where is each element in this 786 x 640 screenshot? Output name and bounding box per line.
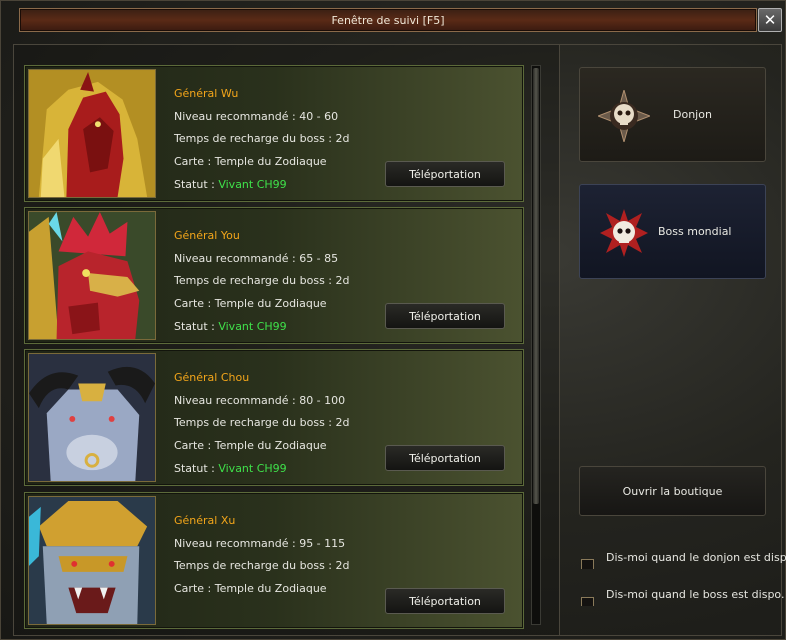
boss-card-chou: Général Chou Niveau recommandé : 80 - 10… <box>24 349 524 486</box>
dungeon-tab-label: Donjon <box>673 108 712 121</box>
close-icon: ✕ <box>763 11 777 29</box>
boss-name: Général Xu <box>174 514 236 527</box>
dungeon-tab-button[interactable]: Donjon <box>579 67 766 162</box>
skull-compass-icon <box>598 90 650 142</box>
teleport-button[interactable]: Téléportation <box>385 445 505 471</box>
notify-boss-checkbox[interactable] <box>581 597 594 606</box>
notify-dungeon-checkbox[interactable] <box>581 559 594 569</box>
status-label: Statut : <box>174 462 219 475</box>
boss-map: Carte : Temple du Zodiaque <box>174 582 327 595</box>
world-boss-tab-button[interactable]: Boss mondial <box>579 184 766 279</box>
open-shop-button[interactable]: Ouvrir la boutique <box>579 466 766 516</box>
ox-general-portrait <box>28 353 156 482</box>
status-label: Statut : <box>174 178 219 191</box>
skull-spikes-icon <box>600 209 648 257</box>
boss-card-wu: Général Wu Niveau recommandé : 40 - 60 T… <box>24 65 524 202</box>
boss-level: Niveau recommandé : 95 - 115 <box>174 537 346 550</box>
boss-name: Général You <box>174 229 240 242</box>
teleport-button[interactable]: Téléportation <box>385 588 505 614</box>
status-value: Vivant CH99 <box>218 178 287 191</box>
window-title: Fenêtre de suivi [F5] <box>331 13 445 27</box>
notify-dungeon-option[interactable]: Dis-moi quand le donjon est disp <box>579 551 786 569</box>
boss-card-you: Général You Niveau recommandé : 65 - 85 … <box>24 207 524 344</box>
boss-name: Général Chou <box>174 371 250 384</box>
boss-card-xu: Général Xu Niveau recommandé : 95 - 115 … <box>24 492 524 629</box>
notify-boss-option[interactable]: Dis-moi quand le boss est dispo. <box>579 588 786 606</box>
boss-level: Niveau recommandé : 40 - 60 <box>174 110 339 123</box>
boss-level: Niveau recommandé : 80 - 100 <box>174 394 346 407</box>
dog-general-portrait <box>28 496 156 625</box>
boss-cooldown: Temps de recharge du boss : 2d <box>174 559 350 572</box>
status-label: Statut : <box>174 320 219 333</box>
status-value: Vivant CH99 <box>218 462 287 475</box>
notify-dungeon-label: Dis-moi quand le donjon est disp <box>606 551 786 564</box>
rooster-general-portrait <box>28 211 156 340</box>
scrollbar-thumb[interactable] <box>533 68 539 504</box>
teleport-button[interactable]: Téléportation <box>385 161 505 187</box>
boss-cooldown: Temps de recharge du boss : 2d <box>174 132 350 145</box>
close-button[interactable]: ✕ <box>758 8 782 32</box>
boss-cooldown: Temps de recharge du boss : 2d <box>174 416 350 429</box>
boss-map: Carte : Temple du Zodiaque <box>174 439 327 452</box>
boss-map: Carte : Temple du Zodiaque <box>174 155 327 168</box>
status-value: Vivant CH99 <box>218 320 287 333</box>
tracking-window: Fenêtre de suivi [F5] ✕ Général Wu Nivea… <box>0 0 786 640</box>
notify-boss-label: Dis-moi quand le boss est dispo. <box>606 588 785 601</box>
teleport-button[interactable]: Téléportation <box>385 303 505 329</box>
boss-status: Statut : Vivant CH99 <box>174 320 287 333</box>
boss-status: Statut : Vivant CH99 <box>174 178 287 191</box>
horse-general-portrait <box>28 69 156 198</box>
boss-status: Statut : Vivant CH99 <box>174 462 287 475</box>
boss-map: Carte : Temple du Zodiaque <box>174 297 327 310</box>
boss-name: Général Wu <box>174 87 239 100</box>
boss-cooldown: Temps de recharge du boss : 2d <box>174 274 350 287</box>
boss-list-scrollbar[interactable] <box>531 65 541 625</box>
window-titlebar[interactable]: Fenêtre de suivi [F5] <box>19 8 757 32</box>
world-boss-tab-label: Boss mondial <box>658 225 732 238</box>
boss-level: Niveau recommandé : 65 - 85 <box>174 252 339 265</box>
